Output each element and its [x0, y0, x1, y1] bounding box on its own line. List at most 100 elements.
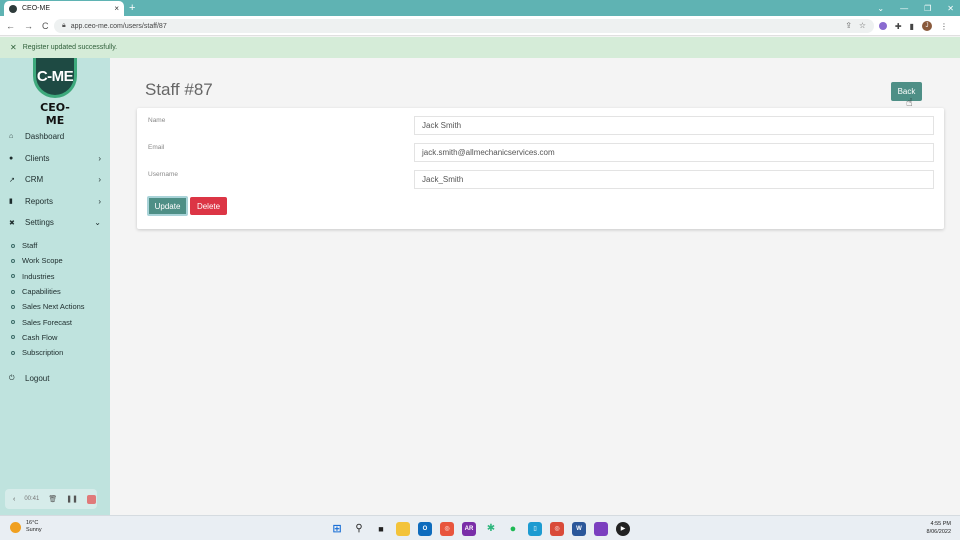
sidepanel-icon[interactable]: ▮	[910, 22, 914, 31]
spotify-icon[interactable]: ●	[506, 522, 520, 536]
browser-tab[interactable]: CEO-ME ×	[4, 1, 124, 16]
submenu-label: Cash Flow	[22, 332, 58, 342]
sun-icon	[10, 521, 21, 533]
submenu-item-sales-next-actions[interactable]: Sales Next Actions	[0, 299, 110, 314]
extension-icon[interactable]	[878, 22, 887, 30]
circle-icon	[11, 289, 15, 294]
reports-icon: ▮	[9, 198, 13, 206]
sidebar: C-ME CEO-ME ⌂ Dashboard ● Clients › ↗ CR…	[0, 58, 110, 515]
power-icon: ⏻	[9, 374, 15, 382]
logo-text: CEO-ME	[40, 101, 70, 127]
username-field[interactable]: Jack_Smith	[414, 170, 934, 189]
task-view-icon[interactable]: ■	[374, 522, 388, 536]
temperature: 16°C	[26, 520, 39, 526]
back-arrow-icon[interactable]: ←	[6, 21, 15, 31]
sidebar-item-reports[interactable]: ▮ Reports ›	[0, 191, 110, 213]
sidebar-item-crm[interactable]: ↗ CRM ›	[0, 169, 110, 191]
logo[interactable]: C-ME CEO-ME	[31, 58, 79, 127]
name-field[interactable]: Jack Smith	[414, 116, 934, 135]
os-taskbar: 16°C Sunny ⊞ ⚲ ■ ▬ O ◎ AR ✱ ● ▯ ◎ W ▰ ▶ …	[0, 515, 960, 540]
address-bar[interactable]: 🔒︎ app.ceo-me.com/users/staff/87 ⇪ ☆	[54, 19, 874, 33]
email-label: Email	[148, 144, 165, 151]
new-tab-button[interactable]: +	[129, 1, 135, 15]
submenu-item-subscription[interactable]: Subscription	[0, 345, 110, 360]
submenu-item-cash-flow[interactable]: Cash Flow	[0, 330, 110, 345]
chart-icon: ↗	[9, 176, 15, 184]
close-icon[interactable]: ✕	[10, 43, 17, 52]
bookmark-star-icon[interactable]: ☆	[859, 21, 866, 30]
sidebar-item-label: Logout	[25, 374, 50, 384]
minimize-icon[interactable]: —	[900, 4, 908, 13]
update-button[interactable]: Update	[147, 196, 188, 216]
circle-icon	[11, 335, 15, 340]
sidebar-item-label: Dashboard	[25, 132, 65, 142]
extensions-area: ✚ ▮ J ⋮	[878, 16, 948, 36]
profile-avatar[interactable]: J	[922, 21, 932, 31]
ar-app-icon[interactable]: AR	[462, 521, 476, 536]
reload-icon[interactable]: C	[42, 21, 49, 31]
chevron-right-icon: ›	[98, 196, 101, 206]
tab-title: CEO-ME	[22, 5, 50, 12]
submenu-label: Sales Forecast	[22, 317, 73, 327]
clock-date: 8/06/2022	[926, 529, 951, 535]
circle-icon	[11, 320, 15, 325]
delete-button[interactable]: Delete	[190, 197, 227, 215]
sidebar-item-logout[interactable]: ⏻ Logout	[0, 368, 110, 390]
start-icon[interactable]: ⊞	[330, 522, 344, 536]
tab-close-icon[interactable]: ×	[114, 4, 119, 13]
email-field[interactable]: jack.smith@allmechanicservices.com	[414, 143, 934, 162]
page-title: Staff #87	[145, 80, 213, 99]
stop-icon[interactable]	[86, 494, 96, 504]
puzzle-icon[interactable]: ✚	[895, 22, 902, 31]
site-favicon-icon	[9, 4, 17, 13]
chevron-left-icon[interactable]: ‹	[13, 496, 15, 503]
taskbar-apps: ⊞ ⚲ ■ ▬ O ◎ AR ✱ ● ▯ ◎ W ▰ ▶	[330, 520, 630, 537]
sidebar-item-settings[interactable]: ✖ Settings ⌄	[0, 212, 110, 234]
outlook-icon[interactable]: O	[418, 521, 432, 536]
browser-tab-strip: CEO-ME × + ⌄ — ❐ ✕	[0, 0, 960, 16]
submenu-item-staff[interactable]: Staff	[0, 238, 110, 253]
file-explorer-icon[interactable]: ▬	[396, 521, 410, 536]
forward-arrow-icon[interactable]: →	[24, 21, 33, 31]
staff-form-card: Name Jack Smith Email jack.smith@allmech…	[137, 108, 944, 229]
submenu-item-work-scope[interactable]: Work Scope	[0, 253, 110, 268]
screen-recorder-widget: ‹ 00:41 🗑︎ ❚❚	[5, 489, 97, 509]
sidebar-item-label: Reports	[25, 196, 54, 206]
search-icon[interactable]: ⚲	[352, 522, 366, 536]
clipchamp-icon[interactable]: ▰	[594, 521, 608, 536]
main-content: Staff #87 Back ☝︎ Name Jack Smith Email …	[110, 58, 960, 515]
url-text: app.ceo-me.com/users/staff/87	[70, 22, 167, 30]
browser-nav: ← → C	[6, 16, 49, 36]
submenu-label: Staff	[22, 241, 38, 251]
share-icon[interactable]: ⇪	[845, 21, 852, 30]
weather-text: 16°C Sunny	[26, 520, 42, 534]
system-clock[interactable]: 4:55 PM 8/06/2022	[927, 520, 951, 536]
close-window-icon[interactable]: ✕	[947, 4, 954, 13]
chevron-right-icon: ›	[98, 153, 101, 163]
circle-icon	[11, 243, 15, 248]
media-player-icon[interactable]: ▶	[616, 521, 630, 536]
restore-icon[interactable]: ❐	[924, 4, 931, 13]
username-label: Username	[148, 171, 178, 178]
kebab-menu-icon[interactable]: ⋮	[940, 22, 948, 31]
submenu-item-industries[interactable]: Industries	[0, 269, 110, 284]
pause-icon[interactable]: ❚❚	[66, 495, 78, 503]
submenu-item-capabilities[interactable]: Capabilities	[0, 284, 110, 299]
chrome-profile-icon[interactable]: ◎	[550, 521, 564, 536]
weather-widget[interactable]: 16°C Sunny	[10, 520, 42, 534]
word-icon[interactable]: W	[572, 521, 586, 536]
tab-search-icon[interactable]: ⌄	[877, 4, 884, 13]
circle-icon	[11, 274, 15, 279]
sidebar-item-dashboard[interactable]: ⌂ Dashboard	[0, 126, 110, 148]
window-controls: ⌄ — ❐ ✕	[877, 0, 954, 16]
phone-link-icon[interactable]: ▯	[528, 521, 542, 536]
lock-icon: 🔒︎	[62, 22, 66, 29]
trash-icon[interactable]: 🗑︎	[48, 495, 57, 503]
chrome-icon[interactable]: ◎	[440, 521, 454, 536]
submenu-item-sales-forecast[interactable]: Sales Forecast	[0, 314, 110, 329]
sidebar-item-clients[interactable]: ● Clients ›	[0, 148, 110, 170]
submenu-label: Industries	[22, 271, 55, 281]
slack-icon[interactable]: ✱	[484, 522, 498, 536]
name-label: Name	[148, 117, 166, 124]
clock-time: 4:55 PM	[930, 521, 951, 527]
